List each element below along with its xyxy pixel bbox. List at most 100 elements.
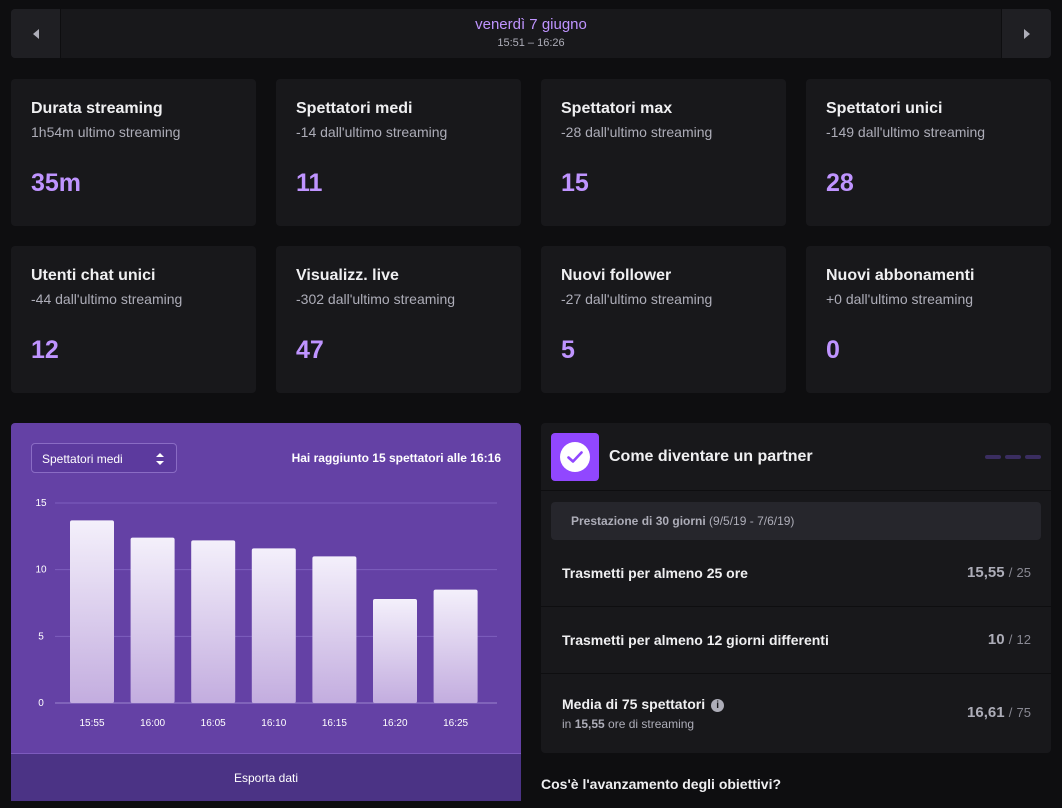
stat-value: 15 xyxy=(561,169,589,197)
stat-card-unique-viewers: Spettatori unici -149 dall'ultimo stream… xyxy=(806,79,1051,226)
previous-stream-button[interactable] xyxy=(11,9,61,58)
stat-card-stream-duration: Durata streaming 1h54m ultimo streaming … xyxy=(11,79,256,226)
x-tick-label: 16:10 xyxy=(261,718,286,729)
peak-note-count: 15 spettatori xyxy=(372,451,444,465)
date-display: venerdì 7 giugno 15:51 – 16:26 xyxy=(61,9,1001,58)
requirement-separator: / xyxy=(1008,705,1013,720)
progress-dots xyxy=(985,455,1041,459)
stat-card-unique-chatters: Utenti chat unici -44 dall'ultimo stream… xyxy=(11,246,256,393)
requirement-sub-hours: 15,55 xyxy=(574,717,605,731)
date-navigation-bar: venerdì 7 giugno 15:51 – 16:26 xyxy=(11,9,1051,58)
requirement-row: Media di 75 spettatori i in 15,55 ore di … xyxy=(541,674,1051,753)
y-tick-label: 10 xyxy=(35,565,47,576)
stat-value: 12 xyxy=(31,336,59,364)
stat-value: 5 xyxy=(561,336,575,364)
partner-progress-panel: Come diventare un partner Prestazione di… xyxy=(541,423,1051,753)
stat-card-new-subscriptions: Nuovi abbonamenti +0 dall'ultimo streami… xyxy=(806,246,1051,393)
stat-value: 11 xyxy=(296,169,323,197)
metric-select[interactable]: Spettatori medi xyxy=(31,443,177,473)
stat-card-new-followers: Nuovi follower -27 dall'ultimo streaming… xyxy=(541,246,786,393)
stat-title: Visualizz. live xyxy=(296,267,399,284)
requirement-total: 25 xyxy=(1016,565,1031,580)
requirement-sub-suffix: ore di streaming xyxy=(604,717,695,731)
chart-bar[interactable] xyxy=(312,556,357,703)
stat-comparison: -27 dall'ultimo streaming xyxy=(561,291,713,307)
period-dates: (9/5/19 - 7/6/19) xyxy=(709,514,795,528)
chart-bar[interactable] xyxy=(373,599,417,703)
chart-bar[interactable] xyxy=(433,589,478,703)
x-tick-label: 16:20 xyxy=(382,718,407,729)
x-tick-label: 16:00 xyxy=(140,718,165,729)
requirement-progress: 15,55 / 25 xyxy=(967,564,1031,581)
y-tick-label: 5 xyxy=(38,631,44,642)
peak-note-prefix: Hai raggiunto xyxy=(291,451,373,465)
goals-progress-question[interactable]: Cos'è l'avanzamento degli obiettivi? xyxy=(541,776,781,792)
performance-period: Prestazione di 30 giorni (9/5/19 - 7/6/1… xyxy=(551,502,1041,540)
viewers-chart-panel: Spettatori medi Hai raggiunto 15 spettat… xyxy=(11,423,521,801)
stat-value: 35m xyxy=(31,169,82,197)
period-label: Prestazione di 30 giorni xyxy=(571,514,706,528)
info-icon[interactable]: i xyxy=(711,699,725,712)
stat-comparison: 1h54m ultimo streaming xyxy=(31,124,181,140)
y-tick-label: 15 xyxy=(35,498,47,509)
stat-card-live-views: Visualizz. live -302 dall'ultimo streami… xyxy=(276,246,521,393)
chart-bar[interactable] xyxy=(70,520,114,703)
requirement-current: 10 xyxy=(987,631,1005,648)
x-tick-label: 16:25 xyxy=(443,718,468,729)
peak-viewers-note: Hai raggiunto 15 spettatori alle 16:16 xyxy=(292,451,501,465)
requirement-label: Trasmetti per almeno 12 giorni different… xyxy=(562,632,829,648)
check-icon xyxy=(560,442,590,472)
viewers-bar-chart: 0 5 10 15 15:55 16:00 16:05 16:10 16:15 16:20 16:2… xyxy=(35,498,497,729)
stat-comparison: -302 dall'ultimo streaming xyxy=(296,291,456,307)
x-tick-label: 15:55 xyxy=(79,718,104,729)
requirement-label: Media di 75 spettatori i xyxy=(562,696,725,712)
stat-value: 47 xyxy=(296,336,324,364)
requirement-progress: 16,61 / 75 xyxy=(967,704,1031,721)
x-tick-label: 16:05 xyxy=(201,718,226,729)
stat-title: Nuovi follower xyxy=(561,267,672,284)
next-stream-button[interactable] xyxy=(1001,9,1051,58)
partner-title: Come diventare un partner xyxy=(609,448,813,465)
stat-comparison: -28 dall'ultimo streaming xyxy=(561,124,713,140)
stat-comparison: -44 dall'ultimo streaming xyxy=(31,291,183,307)
stat-title: Durata streaming xyxy=(31,100,163,117)
stream-time-range: 15:51 – 16:26 xyxy=(497,37,565,49)
requirement-total: 75 xyxy=(1016,705,1031,720)
requirement-separator: / xyxy=(1008,565,1013,580)
x-tick-label: 16:15 xyxy=(322,718,347,729)
sort-arrows-icon xyxy=(156,453,164,465)
requirement-sub-prefix: in xyxy=(562,717,575,731)
y-tick-label: 0 xyxy=(38,698,44,709)
stat-comparison: -14 dall'ultimo streaming xyxy=(296,124,448,140)
requirement-row: Trasmetti per almeno 12 giorni different… xyxy=(541,607,1051,674)
caret-right-icon xyxy=(1023,28,1030,39)
requirement-current: 16,61 xyxy=(967,704,1005,721)
metric-select-value: Spettatori medi xyxy=(42,452,123,466)
partner-header: Come diventare un partner xyxy=(541,423,1051,491)
stat-card-max-viewers: Spettatori max -28 dall'ultimo streaming… xyxy=(541,79,786,226)
partner-badge-icon xyxy=(551,433,599,481)
requirement-row: Trasmetti per almeno 25 ore 15,55 / 25 xyxy=(541,540,1051,607)
export-data-button[interactable]: Esporta dati xyxy=(11,753,521,801)
stat-title: Spettatori unici xyxy=(826,100,943,117)
stat-value: 28 xyxy=(826,169,854,197)
stat-card-average-viewers: Spettatori medi -14 dall'ultimo streamin… xyxy=(276,79,521,226)
requirement-label: Trasmetti per almeno 25 ore xyxy=(562,565,748,581)
requirement-total: 12 xyxy=(1016,632,1031,647)
stat-title: Nuovi abbonamenti xyxy=(826,267,975,284)
requirement-separator: / xyxy=(1008,632,1013,647)
chart-bar[interactable] xyxy=(251,548,296,703)
stream-date: venerdì 7 giugno xyxy=(475,16,587,33)
requirement-current: 15,55 xyxy=(967,564,1005,581)
caret-left-icon xyxy=(32,28,39,39)
stat-comparison: -149 dall'ultimo streaming xyxy=(826,124,986,140)
requirement-label-text: Media di 75 spettatori xyxy=(562,696,706,712)
chart-bar[interactable] xyxy=(130,537,175,703)
peak-note-time: alle 16:16 xyxy=(443,451,501,465)
chart-bar[interactable] xyxy=(191,540,236,703)
stat-title: Spettatori max xyxy=(561,100,673,117)
stat-title: Spettatori medi xyxy=(296,100,413,117)
requirement-sub: in 15,55 ore di streaming xyxy=(562,717,694,731)
stat-comparison: +0 dall'ultimo streaming xyxy=(826,291,974,307)
requirement-progress: 10 / 12 xyxy=(988,631,1031,648)
